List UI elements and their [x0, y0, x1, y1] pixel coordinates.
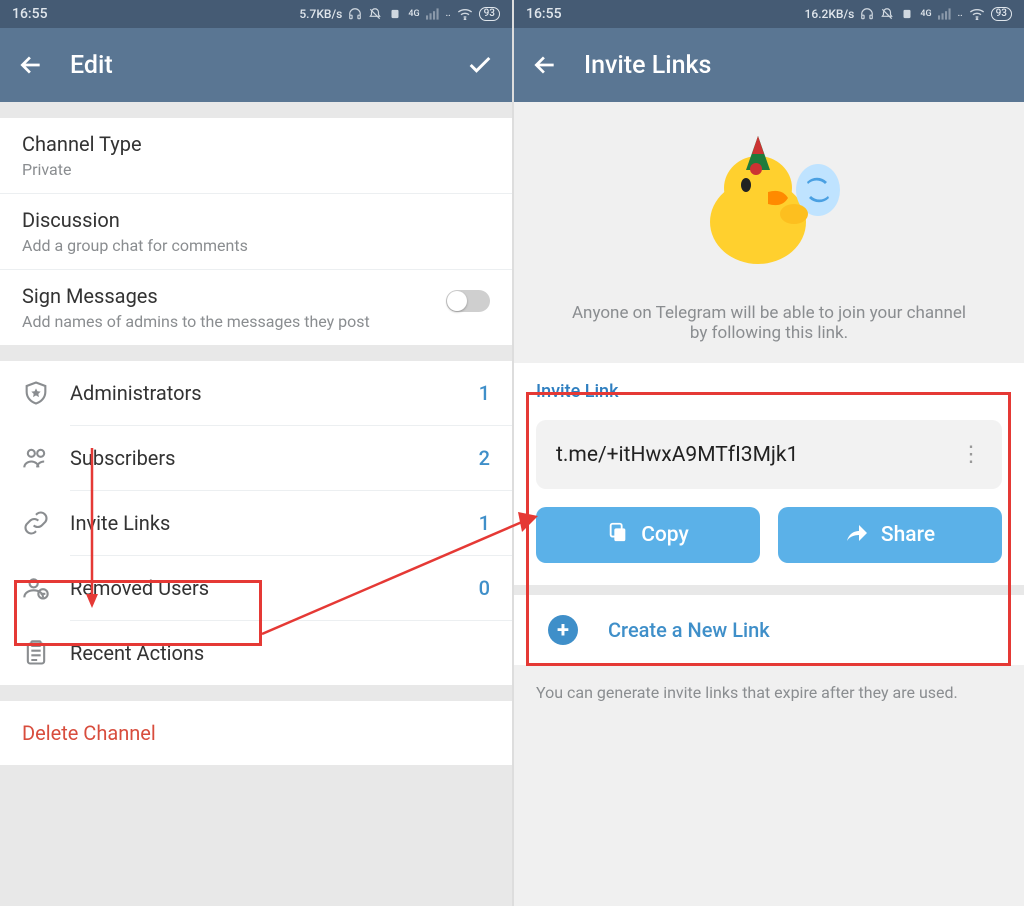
subscribers-label: Subscribers — [70, 446, 479, 470]
invite-links-row[interactable]: Invite Links 1 — [0, 491, 512, 555]
share-label: Share — [881, 523, 935, 547]
shield-icon — [22, 379, 70, 407]
channel-type-label: Channel Type — [22, 132, 490, 156]
voice-icon — [900, 7, 914, 21]
people-icon — [22, 444, 70, 472]
administrators-row[interactable]: Administrators 1 — [0, 361, 512, 425]
invite-link-box[interactable]: t.me/+itHwxA9MTfI3Mjk1 ⋮ — [536, 420, 1002, 489]
channel-type-value: Private — [22, 160, 490, 179]
discussion-sub: Add a group chat for comments — [22, 236, 490, 255]
hero-text: Anyone on Telegram will be able to join … — [564, 303, 974, 343]
share-icon — [845, 521, 869, 549]
discussion-label: Discussion — [22, 208, 490, 232]
status-time: 16:55 — [526, 6, 562, 22]
back-icon[interactable] — [18, 52, 44, 78]
status-bar: 16:55 16.2KB/s 4G .. 93 — [514, 0, 1024, 28]
sign-messages-item[interactable]: Sign Messages Add names of admins to the… — [0, 270, 512, 345]
removed-users-count: 0 — [479, 576, 490, 600]
voice-icon — [388, 7, 402, 21]
signal-icon — [426, 8, 440, 20]
signal-icon — [938, 8, 952, 20]
invite-links-screen: 16:55 16.2KB/s 4G .. 93 Invite Links — [512, 0, 1024, 906]
copy-icon — [607, 521, 629, 549]
delete-channel-button[interactable]: Delete Channel — [0, 701, 512, 765]
status-netspeed: 16.2KB/s — [805, 7, 855, 21]
toolbar: Edit — [0, 28, 512, 102]
status-signal-label: 4G — [408, 9, 419, 19]
recent-actions-label: Recent Actions — [70, 641, 490, 665]
battery-indicator: 93 — [479, 7, 500, 21]
wifi-icon — [969, 8, 985, 20]
mute-icon — [368, 7, 382, 21]
edit-screen: 16:55 5.7KB/s 4G .. 93 Edit Channel Type — [0, 0, 512, 906]
administrators-label: Administrators — [70, 381, 479, 405]
invite-links-label: Invite Links — [70, 511, 479, 535]
status-signal-label: 4G — [920, 9, 931, 19]
link-icon — [22, 509, 70, 537]
create-new-link-row[interactable]: + Create a New Link — [514, 595, 1024, 665]
headphones-icon — [348, 7, 362, 21]
removed-users-label: Removed Users — [70, 576, 479, 600]
battery-indicator: 93 — [991, 7, 1012, 21]
channel-type-item[interactable]: Channel Type Private — [0, 118, 512, 193]
status-signal-label2: .. — [446, 9, 451, 19]
headphones-icon — [860, 7, 874, 21]
more-icon[interactable]: ⋮ — [960, 442, 982, 467]
removed-users-row[interactable]: Removed Users 0 — [0, 556, 512, 620]
share-button[interactable]: Share — [778, 507, 1002, 563]
invite-link-title: Invite Link — [536, 381, 1002, 402]
wifi-icon — [457, 8, 473, 20]
duck-sticker — [694, 130, 844, 280]
clipboard-icon — [22, 639, 70, 667]
status-signal-label2: .. — [958, 9, 963, 19]
subscribers-count: 2 — [479, 446, 490, 470]
invite-links-count: 1 — [479, 511, 490, 535]
status-bar: 16:55 5.7KB/s 4G .. 93 — [0, 0, 512, 28]
page-title: Invite Links — [584, 51, 1006, 80]
administrators-count: 1 — [479, 381, 490, 405]
page-title: Edit — [70, 51, 440, 80]
sign-messages-label: Sign Messages — [22, 284, 446, 308]
sign-messages-toggle[interactable] — [446, 290, 490, 312]
discussion-item[interactable]: Discussion Add a group chat for comments — [0, 194, 512, 269]
invite-link-card: Invite Link t.me/+itHwxA9MTfI3Mjk1 ⋮ Cop… — [514, 363, 1024, 585]
subscribers-row[interactable]: Subscribers 2 — [0, 426, 512, 490]
create-new-link-label: Create a New Link — [608, 618, 770, 642]
toolbar: Invite Links — [514, 28, 1024, 102]
copy-label: Copy — [641, 523, 689, 547]
hero-section: Anyone on Telegram will be able to join … — [514, 102, 1024, 363]
user-remove-icon — [22, 574, 70, 602]
invite-link-url: t.me/+itHwxA9MTfI3Mjk1 — [556, 443, 960, 467]
mute-icon — [880, 7, 894, 21]
back-icon[interactable] — [532, 52, 558, 78]
status-netspeed: 5.7KB/s — [299, 7, 342, 21]
footer-note: You can generate invite links that expir… — [514, 665, 1024, 720]
copy-button[interactable]: Copy — [536, 507, 760, 563]
sign-messages-sub: Add names of admins to the messages they… — [22, 312, 446, 331]
plus-icon: + — [548, 615, 578, 645]
status-time: 16:55 — [12, 6, 48, 22]
confirm-icon[interactable] — [466, 51, 494, 79]
recent-actions-row[interactable]: Recent Actions — [0, 621, 512, 685]
